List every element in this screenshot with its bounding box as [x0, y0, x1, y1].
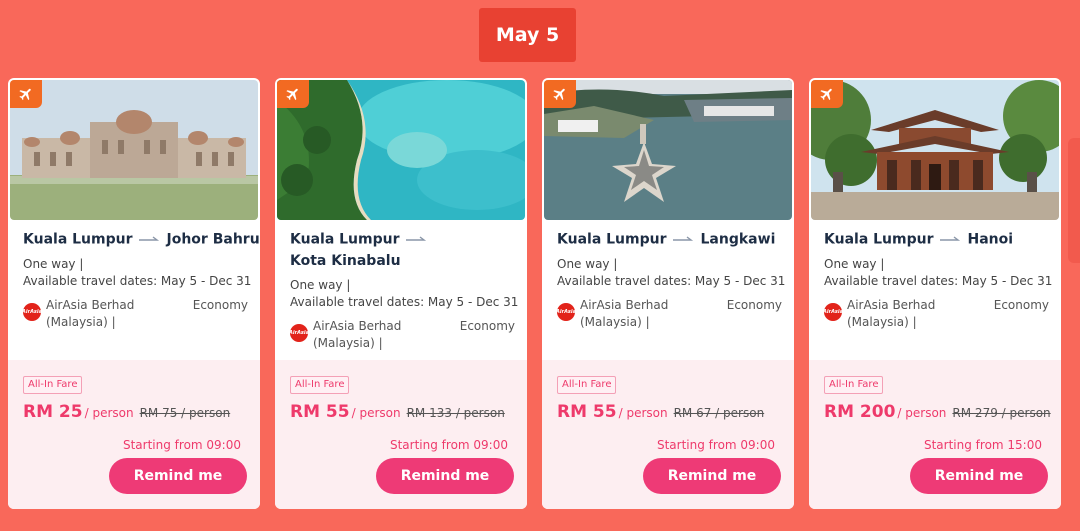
origin-city: Kuala Lumpur — [824, 231, 934, 248]
airasia-logo-icon: AirAsia — [22, 303, 42, 321]
pagoda-temple-photo — [811, 80, 1059, 220]
date-tab[interactable]: May 5 — [479, 8, 576, 62]
price: RM 55 — [557, 402, 617, 422]
price-row: RM 55/ person RM 67 / person — [557, 402, 764, 422]
per-person: / person — [84, 406, 134, 420]
airline-name: AirAsia Berhad (Malaysia) | — [46, 298, 135, 329]
route-arrow-icon — [405, 229, 428, 250]
airline-row: AirAsia AirAsia Berhad (Malaysia) | Econ… — [289, 318, 515, 352]
airline-row: AirAsia AirAsia Berhad (Malaysia) | Econ… — [556, 297, 782, 331]
route: Kuala Lumpur Hanoi — [824, 229, 1049, 251]
cabin-class: Economy — [459, 319, 515, 333]
cabin-class: Economy — [192, 298, 248, 312]
tropical-beach-aerial-photo — [277, 80, 525, 220]
trip-type: One way | — [557, 257, 618, 271]
palace-building-photo — [10, 80, 258, 220]
trip-type: One way | — [23, 257, 84, 271]
travel-dates: Available travel dates: May 5 - Dec 31 — [290, 295, 519, 309]
fare-tag: All-In Fare — [23, 376, 83, 394]
origin-city: Kuala Lumpur — [23, 231, 133, 248]
start-time: Starting from 09:00 — [389, 438, 508, 452]
airplane-icon — [811, 80, 843, 108]
destination-city: Hanoi — [967, 231, 1014, 248]
trip-type: One way | — [824, 257, 885, 271]
route-arrow-icon — [672, 229, 695, 250]
fare-panel: All-In Fare RM 200/ person RM 279 / perso… — [809, 360, 1061, 509]
flight-deal-card[interactable]: Kuala Lumpur Hanoi One way | Available tr… — [809, 78, 1061, 509]
fare-panel: All-In Fare RM 25/ person RM 75 / person … — [8, 360, 260, 509]
price: RM 25 — [23, 402, 83, 422]
travel-dates: Available travel dates: May 5 - Dec 31 — [23, 274, 252, 288]
fare-panel: All-In Fare RM 55/ person RM 133 / person… — [275, 360, 527, 509]
destination-city: Kota Kinabalu — [290, 252, 401, 269]
route: Kuala Lumpur Langkawi — [557, 229, 782, 251]
star-jetty-harbor-photo — [544, 80, 792, 220]
remind-me-button[interactable]: Remind me — [376, 458, 514, 494]
route-arrow-icon — [939, 229, 962, 250]
airline-name: AirAsia Berhad (Malaysia) | — [580, 298, 669, 329]
per-person: / person — [897, 406, 947, 420]
scroll-next-tab[interactable] — [1068, 138, 1080, 263]
fare-panel: All-In Fare RM 55/ person RM 67 / person … — [542, 360, 794, 509]
per-person: / person — [351, 406, 401, 420]
fare-tag: All-In Fare — [290, 376, 350, 394]
original-price: RM 133 / person — [406, 406, 505, 420]
trip-type: One way | — [290, 278, 351, 292]
origin-city: Kuala Lumpur — [290, 231, 400, 248]
price-row: RM 200/ person RM 279 / person — [824, 402, 1051, 422]
route: Kuala Lumpur Kota Kinabalu — [290, 229, 515, 272]
fare-tag: All-In Fare — [557, 376, 617, 394]
flight-deal-card[interactable]: Kuala Lumpur Langkawi One way | Available… — [542, 78, 794, 509]
price: RM 200 — [824, 402, 896, 422]
travel-dates: Available travel dates: May 5 - Dec 31 — [824, 274, 1053, 288]
fare-tag: All-In Fare — [824, 376, 884, 394]
destination-city: Johor Bahru — [166, 231, 260, 248]
remind-me-button[interactable]: Remind me — [109, 458, 247, 494]
airline-row: AirAsia AirAsia Berhad (Malaysia) | Econ… — [22, 297, 248, 331]
remind-me-button[interactable]: Remind me — [910, 458, 1048, 494]
airasia-logo-icon: AirAsia — [823, 303, 843, 321]
travel-dates: Available travel dates: May 5 - Dec 31 — [557, 274, 786, 288]
airplane-icon — [10, 80, 42, 108]
route-arrow-icon — [138, 229, 161, 250]
route: Kuala Lumpur Johor Bahru — [23, 229, 260, 251]
original-price: RM 67 / person — [673, 406, 765, 420]
destination-city: Langkawi — [700, 231, 776, 248]
start-time: Starting from 09:00 — [122, 438, 241, 452]
start-time: Starting from 09:00 — [656, 438, 775, 452]
origin-city: Kuala Lumpur — [557, 231, 667, 248]
airasia-logo-icon: AirAsia — [289, 324, 309, 342]
flight-deal-card[interactable]: Kuala Lumpur Kota Kinabalu One way | Avai… — [275, 78, 527, 509]
airline-name: AirAsia Berhad (Malaysia) | — [847, 298, 936, 329]
price: RM 55 — [290, 402, 350, 422]
airasia-logo-icon: AirAsia — [556, 303, 576, 321]
remind-me-button[interactable]: Remind me — [643, 458, 781, 494]
original-price: RM 75 / person — [139, 406, 231, 420]
price-row: RM 55/ person RM 133 / person — [290, 402, 505, 422]
airplane-icon — [277, 80, 309, 108]
per-person: / person — [618, 406, 668, 420]
airline-name: AirAsia Berhad (Malaysia) | — [313, 319, 402, 350]
airplane-icon — [544, 80, 576, 108]
airline-row: AirAsia AirAsia Berhad (Malaysia) | Econ… — [823, 297, 1049, 331]
cabin-class: Economy — [726, 298, 782, 312]
flight-deal-card[interactable]: Kuala Lumpur Johor Bahru One way | Availa… — [8, 78, 260, 509]
cabin-class: Economy — [993, 298, 1049, 312]
start-time: Starting from 15:00 — [923, 438, 1042, 452]
original-price: RM 279 / person — [952, 406, 1051, 420]
price-row: RM 25/ person RM 75 / person — [23, 402, 230, 422]
